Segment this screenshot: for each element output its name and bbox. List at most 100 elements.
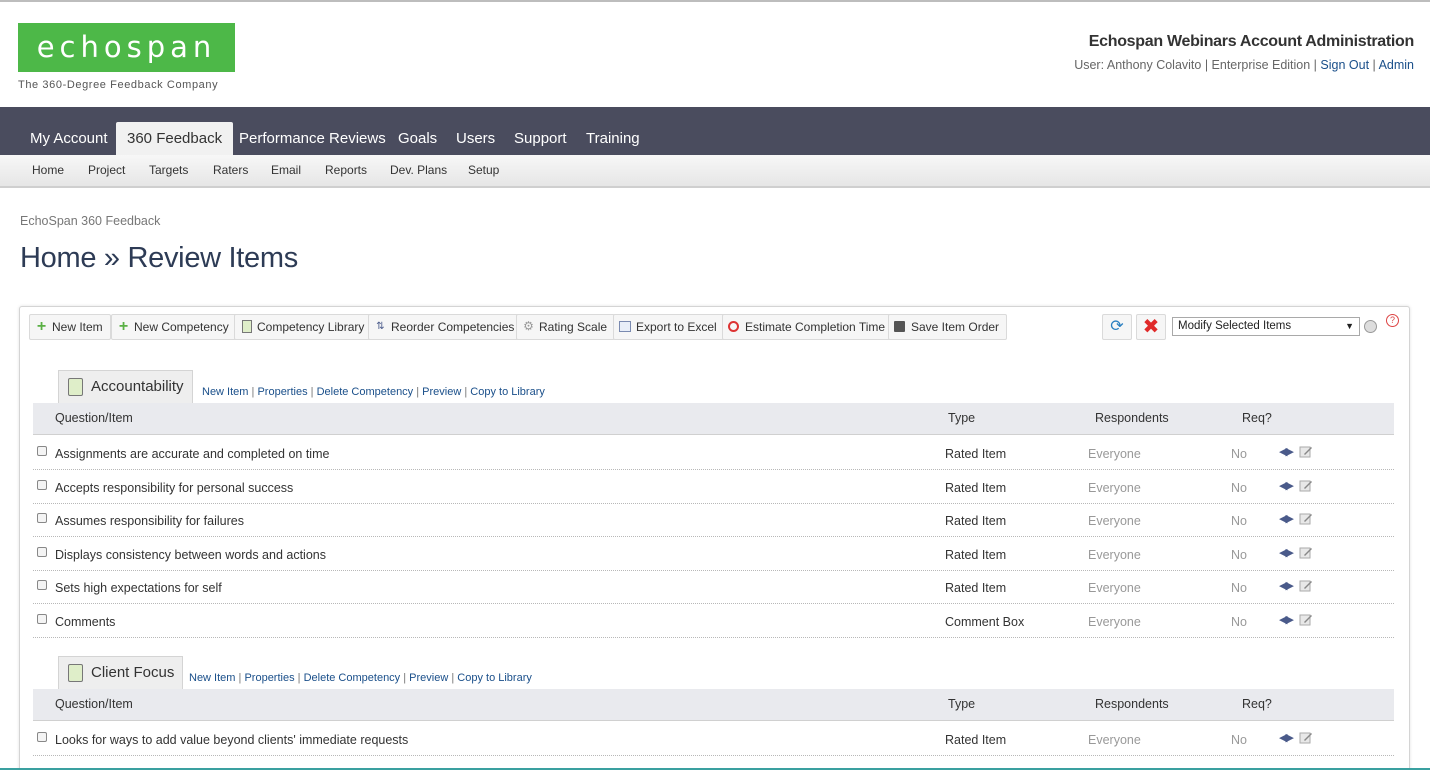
col-respondents: Respondents [1095, 697, 1169, 711]
book-icon [68, 664, 83, 682]
edit-icon[interactable] [1299, 546, 1313, 559]
refresh-icon[interactable]: ⟳ [1102, 314, 1132, 340]
tab-performance-reviews[interactable]: Performance Reviews [228, 122, 397, 155]
row-checkbox[interactable] [37, 446, 47, 456]
comp-copy-link[interactable]: Copy to Library [457, 672, 532, 684]
item-question[interactable]: Comments [55, 615, 115, 629]
reorder-competencies-button[interactable]: ⇅ Reorder Competencies [368, 314, 523, 340]
item-question[interactable]: Accepts responsibility for personal succ… [55, 481, 293, 495]
subnav-raters[interactable]: Raters [213, 155, 248, 186]
item-type: Rated Item [945, 581, 1007, 595]
logo-tagline: The 360-Degree Feedback Company [18, 79, 219, 91]
move-arrows-icon[interactable]: ◀▶ [1279, 613, 1294, 626]
tab-support[interactable]: Support [503, 122, 578, 155]
tab-training[interactable]: Training [575, 122, 651, 155]
tab-360-feedback[interactable]: 360 Feedback [116, 122, 234, 155]
table-row: Looks for ways to add value beyond clien… [33, 722, 1394, 756]
subnav-home[interactable]: Home [32, 155, 64, 186]
competency-links: New Item | Properties | Delete Competenc… [189, 672, 532, 684]
row-checkbox[interactable] [37, 479, 47, 490]
reorder-competencies-label: Reorder Competencies [391, 320, 515, 334]
item-respondents: Everyone [1088, 514, 1141, 528]
modify-selected-items-select[interactable]: Modify Selected Items ▼ [1172, 317, 1360, 336]
table-row: Displays consistency between words and a… [33, 537, 1394, 571]
item-required: No [1231, 480, 1247, 495]
row-checkbox[interactable] [37, 732, 47, 742]
go-button-icon[interactable] [1364, 320, 1377, 333]
col-respondents: Respondents [1095, 411, 1169, 425]
move-arrows-icon[interactable]: ◀▶ [1279, 731, 1294, 744]
subnav-reports[interactable]: Reports [325, 155, 367, 186]
comp-delete-link[interactable]: Delete Competency [304, 672, 401, 684]
table-row: Assumes responsibility for failures Rated… [33, 503, 1394, 537]
comp-new-item-link[interactable]: New Item [202, 386, 248, 398]
tab-users[interactable]: Users [445, 122, 506, 155]
user-details: User: Anthony Colavito | Enterprise Edit… [1074, 58, 1321, 72]
rating-scale-label: Rating Scale [539, 320, 608, 334]
comp-new-item-link[interactable]: New Item [189, 672, 235, 684]
tab-goals[interactable]: Goals [387, 122, 448, 155]
rating-scale-button[interactable]: ⚙ Rating Scale [516, 314, 616, 340]
row-checkbox[interactable] [37, 513, 47, 523]
subnav-project[interactable]: Project [88, 155, 125, 186]
new-competency-button[interactable]: + New Competency [111, 314, 237, 340]
item-question[interactable]: Assignments are accurate and completed o… [55, 447, 329, 461]
comp-delete-link[interactable]: Delete Competency [317, 386, 414, 398]
competency-tab-accountability: Accountability [58, 370, 193, 403]
row-checkbox[interactable] [37, 580, 47, 590]
subnav-targets[interactable]: Targets [149, 155, 188, 186]
item-question[interactable]: Sets high expectations for self [55, 581, 222, 595]
sign-out-link[interactable]: Sign Out [1320, 58, 1369, 72]
edit-icon[interactable] [1299, 512, 1313, 525]
separator: | [1369, 58, 1379, 72]
edit-icon[interactable] [1299, 731, 1313, 744]
item-respondents: Everyone [1088, 614, 1141, 629]
item-type: Comment Box [945, 614, 1025, 629]
move-arrows-icon[interactable]: ◀▶ [1279, 445, 1294, 458]
floppy-disk-icon [894, 321, 905, 332]
col-type: Type [948, 411, 976, 425]
help-icon[interactable]: ? [1386, 314, 1399, 327]
delete-x-icon[interactable]: ✖ [1136, 314, 1166, 340]
comp-properties-link[interactable]: Properties [257, 386, 307, 398]
competency-library-button[interactable]: Competency Library [234, 314, 373, 340]
top-border [0, 0, 1430, 2]
estimate-completion-time-button[interactable]: Estimate Completion Time [722, 314, 894, 340]
export-to-excel-button[interactable]: Export to Excel [613, 314, 725, 340]
edit-icon[interactable] [1299, 613, 1313, 626]
subnav-setup[interactable]: Setup [468, 155, 499, 186]
comp-properties-link[interactable]: Properties [244, 672, 294, 684]
comp-preview-link[interactable]: Preview [409, 672, 448, 684]
save-item-order-button[interactable]: Save Item Order [888, 314, 1008, 340]
sub-nav: Home Project Targets Raters Email Report… [0, 155, 1430, 188]
item-question[interactable]: Looks for ways to add value beyond clien… [55, 733, 408, 747]
row-checkbox[interactable] [37, 546, 47, 557]
item-type: Rated Item [945, 547, 1007, 562]
admin-link[interactable]: Admin [1379, 58, 1414, 72]
col-question: Question/Item [55, 411, 133, 425]
spreadsheet-icon [619, 321, 631, 332]
echospan-logo[interactable]: echospan [18, 23, 235, 72]
item-required: No [1231, 547, 1247, 562]
tab-my-account[interactable]: My Account [19, 122, 119, 155]
item-respondents: Everyone [1088, 581, 1141, 595]
col-req: Req? [1242, 697, 1272, 711]
item-question[interactable]: Displays consistency between words and a… [55, 548, 326, 562]
new-item-button[interactable]: + New Item [29, 314, 111, 340]
item-question[interactable]: Assumes responsibility for failures [55, 514, 244, 528]
subnav-email[interactable]: Email [271, 155, 301, 186]
item-type: Rated Item [945, 514, 1007, 528]
comp-preview-link[interactable]: Preview [422, 386, 461, 398]
edit-icon[interactable] [1299, 479, 1313, 492]
move-arrows-icon[interactable]: ◀▶ [1279, 579, 1294, 592]
comp-copy-link[interactable]: Copy to Library [470, 386, 545, 398]
move-arrows-icon[interactable]: ◀▶ [1279, 479, 1294, 492]
edit-icon[interactable] [1299, 579, 1313, 592]
move-arrows-icon[interactable]: ◀▶ [1279, 546, 1294, 559]
subnav-dev-plans[interactable]: Dev. Plans [390, 155, 447, 186]
competency-library-label: Competency Library [257, 320, 365, 334]
edit-icon[interactable] [1299, 445, 1313, 458]
move-arrows-icon[interactable]: ◀▶ [1279, 512, 1294, 525]
row-checkbox[interactable] [37, 613, 47, 624]
book-icon [242, 320, 252, 333]
